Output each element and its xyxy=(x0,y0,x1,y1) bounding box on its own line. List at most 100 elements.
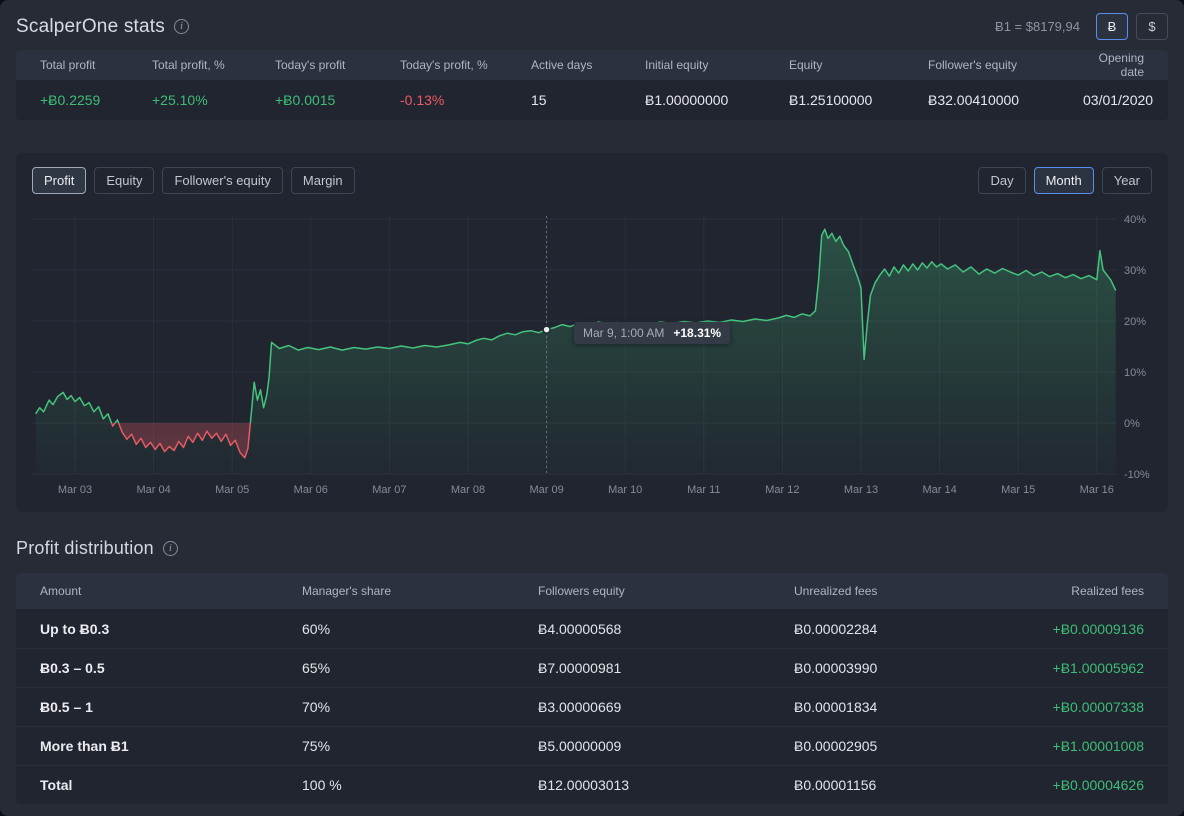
period-tab-group: Day Month Year xyxy=(978,167,1152,194)
svg-text:10%: 10% xyxy=(1124,367,1146,379)
distribution-cell: Ƀ4.00000568 xyxy=(538,621,794,637)
stats-header-cell: Opening date xyxy=(1083,51,1144,79)
info-icon[interactable]: i xyxy=(163,541,178,556)
stats-value-cell: Ƀ1.25100000 xyxy=(789,92,928,108)
tooltip-date: Mar 9, 1:00 AM xyxy=(583,326,664,340)
tab-equity[interactable]: Equity xyxy=(94,167,154,194)
svg-text:Mar 11: Mar 11 xyxy=(687,484,720,496)
distribution-cell: Ƀ0.3 – 0.5 xyxy=(40,660,302,676)
svg-text:40%: 40% xyxy=(1124,214,1146,226)
distribution-cell: 75% xyxy=(302,738,538,754)
distribution-cell: 65% xyxy=(302,660,538,676)
distribution-cell: Up to Ƀ0.3 xyxy=(40,621,302,637)
stats-header-cell: Equity xyxy=(789,58,928,72)
distribution-cell: +Ƀ1.00005962 xyxy=(1034,660,1144,676)
distribution-header-cell: Realized fees xyxy=(1034,584,1144,598)
distribution-cell: 100 % xyxy=(302,777,538,793)
stats-header-cell: Follower's equity xyxy=(928,58,1083,72)
stats-value-cell: +Ƀ0.2259 xyxy=(40,92,152,108)
stats-value-cell: 15 xyxy=(531,92,645,108)
distribution-header-cell: Followers equity xyxy=(538,584,794,598)
profit-distribution-table: AmountManager's shareFollowers equityUnr… xyxy=(16,573,1168,804)
stats-value-cell: +Ƀ0.0015 xyxy=(275,92,400,108)
distribution-cell: 70% xyxy=(302,699,538,715)
stats-value-cell: -0.13% xyxy=(400,92,531,108)
distribution-title: Profit distribution xyxy=(16,538,154,559)
distribution-header-cell: Manager's share xyxy=(302,584,538,598)
svg-text:Mar 15: Mar 15 xyxy=(1001,484,1035,496)
distribution-table-body: Up to Ƀ0.360%Ƀ4.00000568Ƀ0.00002284+Ƀ0.0… xyxy=(16,609,1168,804)
profit-chart-svg: 40% 30% 20% 10% 0% -10% Mar 03 Mar 04 Mar 05 Mar … xyxy=(32,204,1152,504)
metric-tab-group: Profit Equity Follower's equity Margin xyxy=(32,167,355,194)
distribution-cell: +Ƀ0.00007338 xyxy=(1034,699,1144,715)
period-tab-month[interactable]: Month xyxy=(1034,167,1094,194)
btc-currency-button[interactable]: Ƀ xyxy=(1096,13,1128,40)
table-row: Ƀ0.5 – 170%Ƀ3.00000669Ƀ0.00001834+Ƀ0.000… xyxy=(16,687,1168,726)
page-title: ScalperOne stats xyxy=(16,16,165,38)
stats-table-header: Total profitTotal profit, %Today's profi… xyxy=(16,50,1168,80)
tab-profit[interactable]: Profit xyxy=(32,167,86,194)
distribution-cell: Ƀ0.00003990 xyxy=(794,660,1034,676)
distribution-cell: Ƀ12.00003013 xyxy=(538,777,794,793)
distribution-cell: Ƀ0.00001156 xyxy=(794,777,1034,793)
svg-text:Mar 07: Mar 07 xyxy=(372,484,406,496)
stats-value-cell: 03/01/2020 xyxy=(1083,92,1153,108)
stats-header-cell: Total profit xyxy=(40,58,152,72)
info-icon[interactable]: i xyxy=(174,19,189,34)
svg-text:Mar 09: Mar 09 xyxy=(529,484,563,496)
stats-value-cell: +25.10% xyxy=(152,92,275,108)
svg-text:Mar 03: Mar 03 xyxy=(58,484,92,496)
svg-text:Mar 13: Mar 13 xyxy=(844,484,878,496)
distribution-cell: 60% xyxy=(302,621,538,637)
stats-header-cell: Initial equity xyxy=(645,58,789,72)
table-row: More than Ƀ175%Ƀ5.00000009Ƀ0.00002905+Ƀ1… xyxy=(16,726,1168,765)
stats-table: Total profitTotal profit, %Today's profi… xyxy=(16,50,1168,120)
distribution-cell: Ƀ0.00002905 xyxy=(794,738,1034,754)
svg-text:Mar 10: Mar 10 xyxy=(608,484,642,496)
table-row: Ƀ0.3 – 0.565%Ƀ7.00000981Ƀ0.00003990+Ƀ1.0… xyxy=(16,648,1168,687)
svg-text:Mar 14: Mar 14 xyxy=(922,484,956,496)
svg-text:Mar 04: Mar 04 xyxy=(136,484,170,496)
distribution-header-cell: Unrealized fees xyxy=(794,584,1034,598)
svg-text:20%: 20% xyxy=(1124,316,1146,328)
tab-margin[interactable]: Margin xyxy=(291,167,355,194)
svg-text:Mar 05: Mar 05 xyxy=(215,484,249,496)
stats-table-row: +Ƀ0.2259+25.10%+Ƀ0.0015-0.13%15Ƀ1.000000… xyxy=(16,80,1168,120)
distribution-cell: Ƀ5.00000009 xyxy=(538,738,794,754)
tab-follower-s-equity[interactable]: Follower's equity xyxy=(162,167,282,194)
currency-switcher: Ƀ1 = $8179,94 Ƀ $ xyxy=(995,13,1168,40)
top-bar: ScalperOne stats i Ƀ1 = $8179,94 Ƀ $ xyxy=(0,0,1184,50)
app-root: ScalperOne stats i Ƀ1 = $8179,94 Ƀ $ Tot… xyxy=(0,0,1184,816)
usd-currency-button[interactable]: $ xyxy=(1136,13,1168,40)
distribution-table-header: AmountManager's shareFollowers equityUnr… xyxy=(16,573,1168,609)
distribution-cell: Ƀ0.5 – 1 xyxy=(40,699,302,715)
stats-value-cell: Ƀ32.00410000 xyxy=(928,92,1083,108)
distribution-cell: +Ƀ1.00001008 xyxy=(1034,738,1144,754)
svg-text:-10%: -10% xyxy=(1124,469,1150,481)
svg-text:Mar 16: Mar 16 xyxy=(1080,484,1114,496)
exchange-rate: Ƀ1 = $8179,94 xyxy=(995,19,1080,34)
distribution-cell: Ƀ0.00001834 xyxy=(794,699,1034,715)
profit-distribution-section: Profit distribution i AmountManager's sh… xyxy=(0,538,1184,804)
distribution-cell: Ƀ3.00000669 xyxy=(538,699,794,715)
period-tab-year[interactable]: Year xyxy=(1102,167,1152,194)
distribution-cell: Ƀ0.00002284 xyxy=(794,621,1034,637)
period-tab-day[interactable]: Day xyxy=(978,167,1025,194)
tooltip-value: +18.31% xyxy=(673,326,721,340)
svg-text:0%: 0% xyxy=(1124,418,1140,430)
profit-chart[interactable]: 40% 30% 20% 10% 0% -10% Mar 03 Mar 04 Mar 05 Mar … xyxy=(32,204,1152,504)
svg-text:30%: 30% xyxy=(1124,265,1146,277)
stats-header-cell: Active days xyxy=(531,58,645,72)
stats-header-cell: Today's profit xyxy=(275,58,400,72)
distribution-cell: +Ƀ0.00009136 xyxy=(1034,621,1144,637)
distribution-cell: Total xyxy=(40,777,302,793)
distribution-cell: More than Ƀ1 xyxy=(40,738,302,754)
stats-value-cell: Ƀ1.00000000 xyxy=(645,92,789,108)
stats-header-cell: Today's profit, % xyxy=(400,58,531,72)
stats-header-cell: Total profit, % xyxy=(152,58,275,72)
table-row: Total100 %Ƀ12.00003013Ƀ0.00001156+Ƀ0.000… xyxy=(16,765,1168,804)
table-row: Up to Ƀ0.360%Ƀ4.00000568Ƀ0.00002284+Ƀ0.0… xyxy=(16,609,1168,648)
svg-text:Mar 12: Mar 12 xyxy=(765,484,799,496)
chart-toolbar: Profit Equity Follower's equity Margin Day M… xyxy=(32,167,1152,194)
svg-text:Mar 08: Mar 08 xyxy=(451,484,485,496)
